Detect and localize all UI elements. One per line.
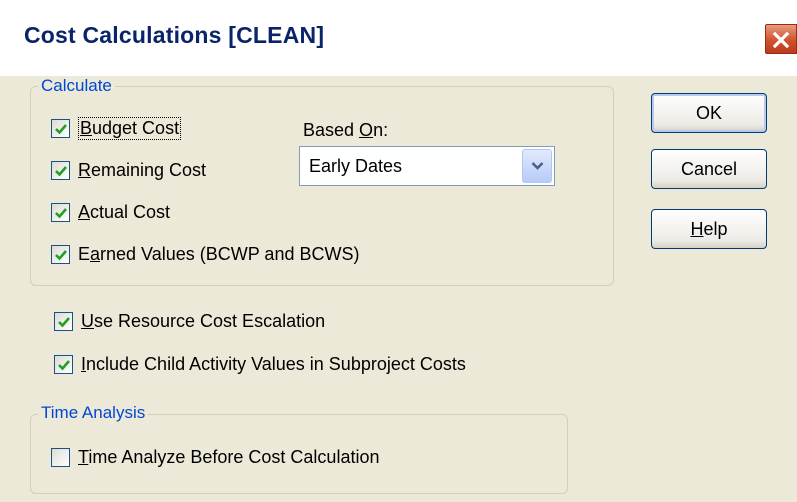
escalation-label: Use Resource Cost Escalation xyxy=(81,311,326,331)
dialog-body: Calculate Budget Cost Remaining Cost Act… xyxy=(0,76,797,502)
child-values-checkbox[interactable]: Include Child Activity Values in Subproj… xyxy=(54,354,466,375)
remaining-cost-checkbox[interactable]: Remaining Cost xyxy=(51,160,206,181)
ok-button[interactable]: OK xyxy=(651,93,767,133)
based-on-label: Based On: xyxy=(303,120,389,140)
checkbox-box xyxy=(54,312,73,331)
checkbox-box xyxy=(51,161,70,180)
checkmark-icon xyxy=(58,317,70,328)
earned-values-label: Earned Values (BCWP and BCWS) xyxy=(78,244,360,264)
escalation-checkbox[interactable]: Use Resource Cost Escalation xyxy=(54,311,325,332)
checkbox-box xyxy=(51,203,70,222)
dropdown-button[interactable] xyxy=(522,149,552,183)
checkmark-icon xyxy=(58,360,70,371)
window-title: Cost Calculations [CLEAN] xyxy=(24,22,325,48)
calculate-group-label: Calculate xyxy=(38,76,115,96)
checkbox-box xyxy=(51,119,70,138)
checkmark-icon xyxy=(55,124,67,135)
cancel-button[interactable]: Cancel xyxy=(651,149,767,189)
based-on-select[interactable]: Early Dates xyxy=(299,146,555,186)
actual-cost-checkbox[interactable]: Actual Cost xyxy=(51,202,170,223)
checkmark-icon xyxy=(55,166,67,177)
close-icon xyxy=(772,31,790,49)
time-analyze-label: Time Analyze Before Cost Calculation xyxy=(78,447,380,467)
budget-cost-label: Budget Cost xyxy=(78,117,182,140)
close-button[interactable] xyxy=(763,22,797,56)
title-bar: Cost Calculations [CLEAN] xyxy=(0,0,797,76)
remaining-cost-label: Remaining Cost xyxy=(78,160,207,180)
budget-cost-checkbox[interactable]: Budget Cost xyxy=(51,117,182,140)
checkmark-icon xyxy=(55,250,67,261)
child-values-label: Include Child Activity Values in Subproj… xyxy=(81,354,466,374)
based-on-value: Early Dates xyxy=(309,156,403,176)
help-button[interactable]: Help xyxy=(651,209,767,249)
checkbox-box xyxy=(51,448,70,467)
time-analysis-group-label: Time Analysis xyxy=(38,403,149,423)
checkmark-icon xyxy=(55,208,67,219)
earned-values-checkbox[interactable]: Earned Values (BCWP and BCWS) xyxy=(51,244,359,265)
checkbox-box xyxy=(54,355,73,374)
time-analyze-checkbox[interactable]: Time Analyze Before Cost Calculation xyxy=(51,447,379,468)
chevron-down-icon xyxy=(531,162,544,170)
checkbox-box xyxy=(51,245,70,264)
actual-cost-label: Actual Cost xyxy=(78,202,171,222)
